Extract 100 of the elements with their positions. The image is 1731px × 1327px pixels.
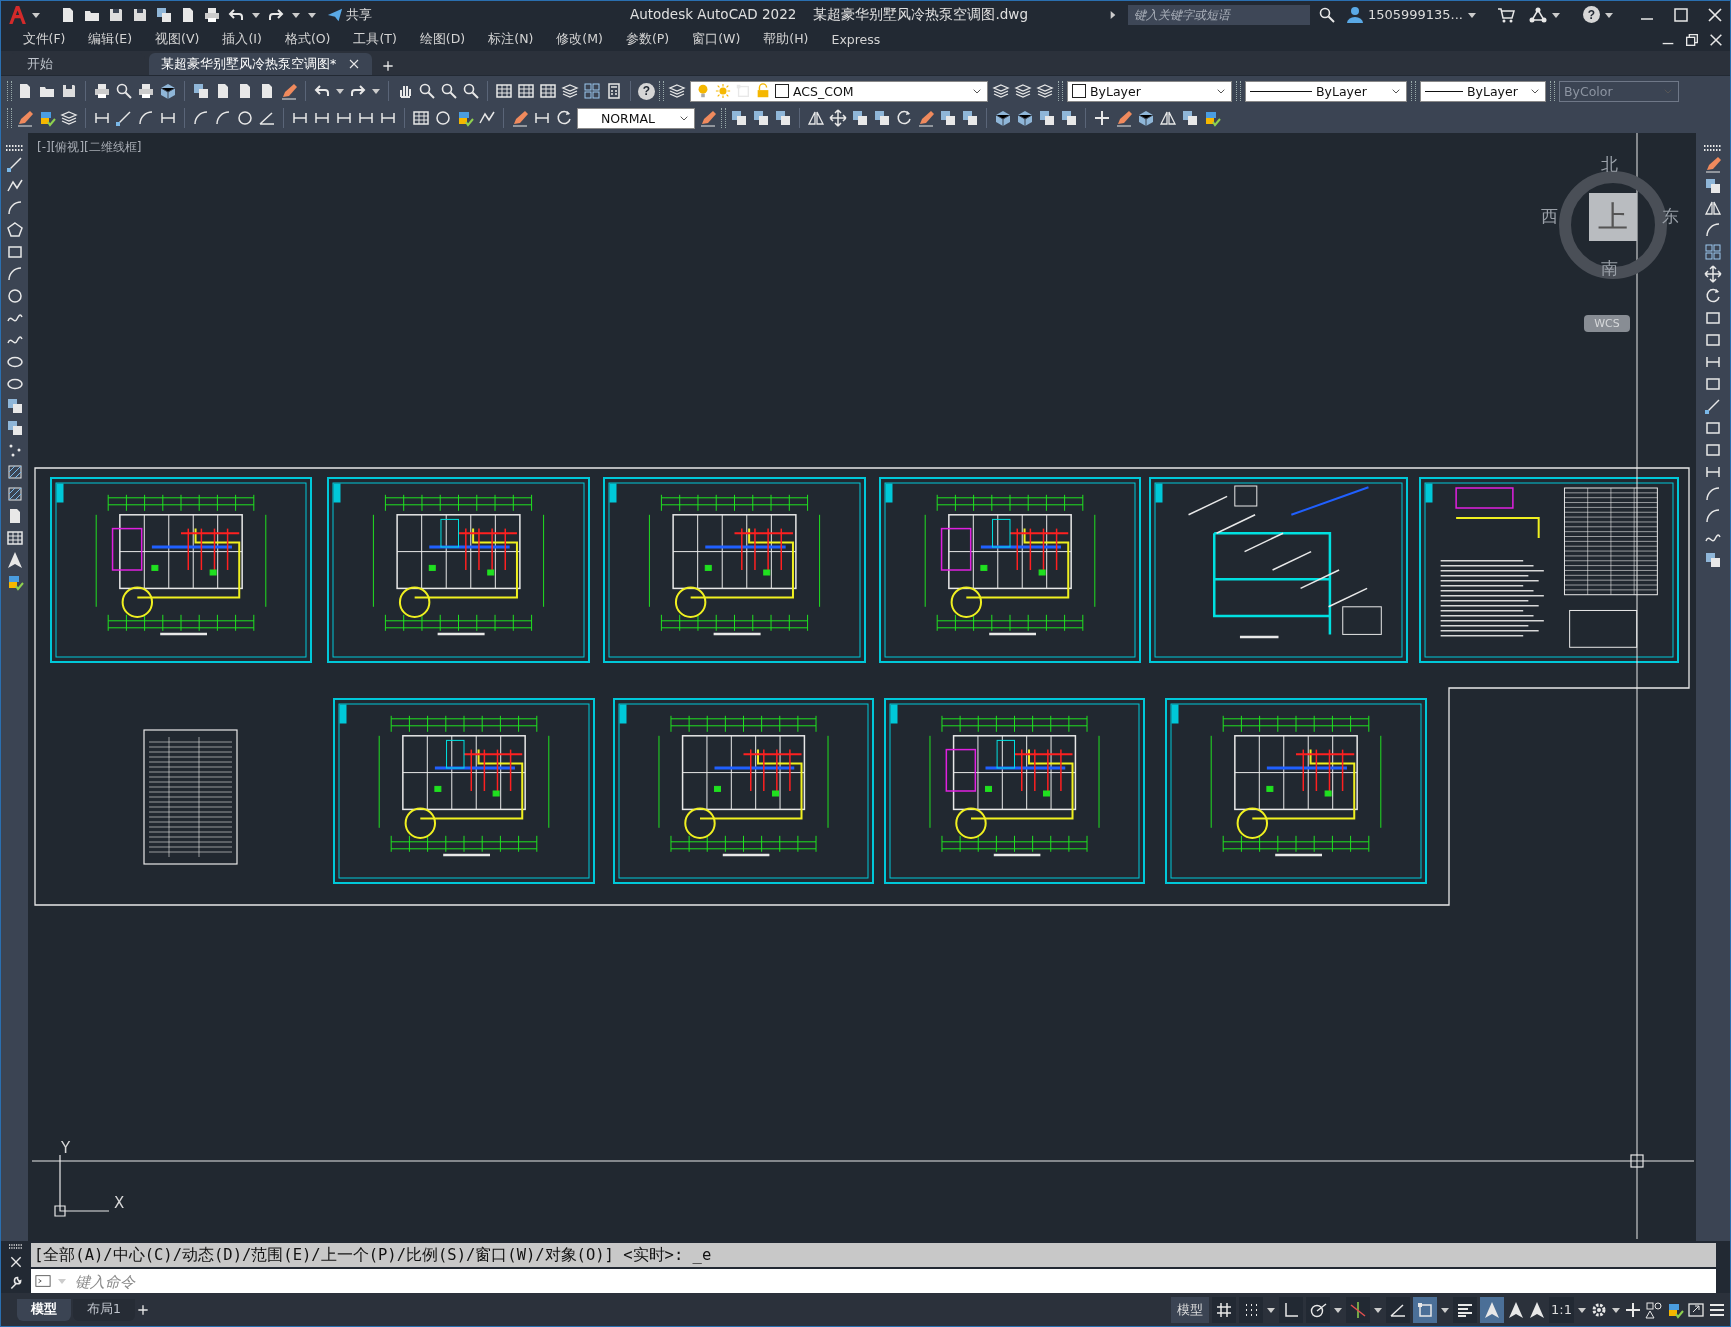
rectangle-icon[interactable] bbox=[1704, 441, 1722, 459]
magnifier-icon[interactable] bbox=[115, 82, 133, 100]
restore-icon[interactable] bbox=[1684, 31, 1700, 48]
grip-icon[interactable] bbox=[5, 145, 24, 151]
arc-icon[interactable] bbox=[1704, 507, 1722, 525]
lineweight-toggle[interactable] bbox=[1453, 1296, 1478, 1323]
magnifier-icon[interactable] bbox=[462, 82, 480, 100]
rotate-icon[interactable] bbox=[1704, 287, 1722, 305]
right-angle-toggle[interactable] bbox=[1279, 1296, 1304, 1323]
copy-icon[interactable] bbox=[155, 5, 173, 24]
menu-item[interactable]: 标注(N) bbox=[476, 31, 545, 48]
cart-icon[interactable] bbox=[1497, 5, 1515, 24]
rectangle-icon[interactable] bbox=[1704, 419, 1722, 437]
pencil-icon[interactable] bbox=[16, 109, 34, 127]
layers-icon[interactable] bbox=[668, 82, 686, 100]
copy-icon[interactable] bbox=[961, 109, 979, 127]
menu-item[interactable]: 窗口(W) bbox=[680, 31, 752, 48]
rotate-icon[interactable] bbox=[895, 109, 913, 127]
cube-icon[interactable] bbox=[994, 109, 1012, 127]
polygon-icon[interactable] bbox=[5, 221, 24, 239]
move-arrows-icon[interactable] bbox=[1704, 265, 1722, 283]
magnifier-icon[interactable] bbox=[1317, 5, 1336, 24]
menu-item[interactable]: 修改(M) bbox=[544, 31, 615, 48]
shapes-icon[interactable] bbox=[1645, 1300, 1663, 1319]
mirror-icon[interactable] bbox=[1159, 109, 1177, 127]
copy-icon[interactable] bbox=[873, 109, 891, 127]
copy-icon[interactable] bbox=[1704, 177, 1722, 195]
menu-item[interactable]: 文件(F) bbox=[11, 31, 77, 48]
printer-icon[interactable] bbox=[137, 82, 155, 100]
checked-layers-icon[interactable] bbox=[38, 109, 56, 127]
viewport-label[interactable]: [-][俯视][二维线框] bbox=[37, 139, 142, 156]
angle-toggle[interactable] bbox=[1386, 1296, 1411, 1323]
cube-icon[interactable] bbox=[1016, 109, 1034, 127]
dot-grid-toggle[interactable] bbox=[1239, 1296, 1264, 1323]
menu-item[interactable]: 参数(P) bbox=[614, 31, 681, 48]
rectangle-icon[interactable] bbox=[1704, 375, 1722, 393]
angle-icon[interactable] bbox=[258, 109, 276, 127]
annotation-scale-button[interactable]: 1:1 bbox=[1549, 1296, 1574, 1323]
grid-icon[interactable] bbox=[1704, 243, 1722, 261]
hatch-icon[interactable] bbox=[5, 485, 24, 503]
table-icon[interactable] bbox=[539, 82, 557, 100]
layer-dropdown[interactable]: ACS_COM bbox=[690, 80, 988, 102]
menu-item[interactable]: Express bbox=[820, 32, 892, 47]
annotation-scale-icon[interactable] bbox=[1528, 1300, 1547, 1319]
layers-icon[interactable] bbox=[1014, 82, 1032, 100]
copy-icon[interactable] bbox=[5, 419, 24, 437]
close-icon[interactable] bbox=[348, 58, 361, 70]
object-tracking-toggle[interactable] bbox=[1346, 1296, 1371, 1323]
pencil-icon[interactable] bbox=[917, 109, 935, 127]
line-icon[interactable] bbox=[115, 109, 133, 127]
property-dropdown[interactable]: ByLayer bbox=[1245, 80, 1407, 102]
rotate-icon[interactable] bbox=[555, 109, 573, 127]
circle-icon[interactable] bbox=[5, 287, 24, 305]
object-snap-toggle[interactable] bbox=[1413, 1296, 1438, 1323]
table-icon[interactable] bbox=[412, 109, 430, 127]
property-dropdown[interactable]: ByLayer bbox=[1067, 80, 1232, 102]
printer-icon[interactable] bbox=[93, 82, 111, 100]
pencil-icon[interactable] bbox=[1704, 155, 1722, 173]
viewcube-face[interactable]: 上 bbox=[1589, 193, 1637, 241]
copy-icon[interactable] bbox=[752, 109, 770, 127]
plus-icon[interactable] bbox=[136, 1303, 149, 1316]
plus-icon[interactable] bbox=[1624, 1300, 1642, 1319]
annotation-scale-icon[interactable] bbox=[1507, 1300, 1526, 1319]
copy-icon[interactable] bbox=[5, 397, 24, 415]
arc-icon[interactable] bbox=[137, 109, 155, 127]
layers-icon[interactable] bbox=[1036, 82, 1054, 100]
pencil-icon[interactable] bbox=[511, 109, 529, 127]
wrench-icon[interactable] bbox=[9, 1275, 23, 1290]
rectangle-icon[interactable] bbox=[5, 243, 24, 261]
magnifier-icon[interactable] bbox=[418, 82, 436, 100]
pencil-icon[interactable] bbox=[699, 109, 717, 127]
menu-item[interactable]: 插入(I) bbox=[210, 31, 274, 48]
model-space-button[interactable]: 模型 bbox=[1171, 1296, 1210, 1323]
annotation-scale-icon[interactable] bbox=[5, 551, 24, 569]
copy-icon[interactable] bbox=[851, 109, 869, 127]
user-name[interactable]: 1505999135... bbox=[1367, 7, 1463, 22]
text-style-dropdown[interactable]: NORMAL bbox=[577, 107, 695, 129]
copy-icon[interactable] bbox=[1704, 551, 1722, 569]
fullscreen-icon[interactable] bbox=[1687, 1300, 1705, 1319]
pencil-icon[interactable] bbox=[1115, 109, 1133, 127]
copy-icon[interactable] bbox=[730, 109, 748, 127]
copy-icon[interactable] bbox=[1181, 109, 1199, 127]
arc-icon[interactable] bbox=[214, 109, 232, 127]
layout-tab[interactable]: 模型 bbox=[17, 1298, 71, 1321]
property-dropdown[interactable]: ByLayer bbox=[1420, 80, 1546, 102]
calculator-icon[interactable] bbox=[605, 82, 623, 100]
magnifier-icon[interactable] bbox=[440, 82, 458, 100]
polar-tracking-toggle[interactable] bbox=[1306, 1296, 1331, 1323]
compass-direction[interactable]: 北 bbox=[1601, 153, 1618, 176]
grip-icon[interactable] bbox=[1704, 145, 1722, 151]
layers-icon[interactable] bbox=[561, 82, 579, 100]
menu-item[interactable]: 绘图(D) bbox=[408, 31, 477, 48]
menu-item[interactable]: 格式(O) bbox=[273, 31, 342, 48]
circle-icon[interactable] bbox=[434, 109, 452, 127]
compass-direction[interactable]: 东 bbox=[1662, 205, 1679, 228]
close-icon[interactable] bbox=[1706, 5, 1724, 24]
menu-item[interactable]: 视图(V) bbox=[143, 31, 211, 48]
close-icon[interactable] bbox=[9, 1255, 23, 1270]
cube-icon[interactable] bbox=[1137, 109, 1155, 127]
checked-layers-icon[interactable] bbox=[456, 109, 474, 127]
